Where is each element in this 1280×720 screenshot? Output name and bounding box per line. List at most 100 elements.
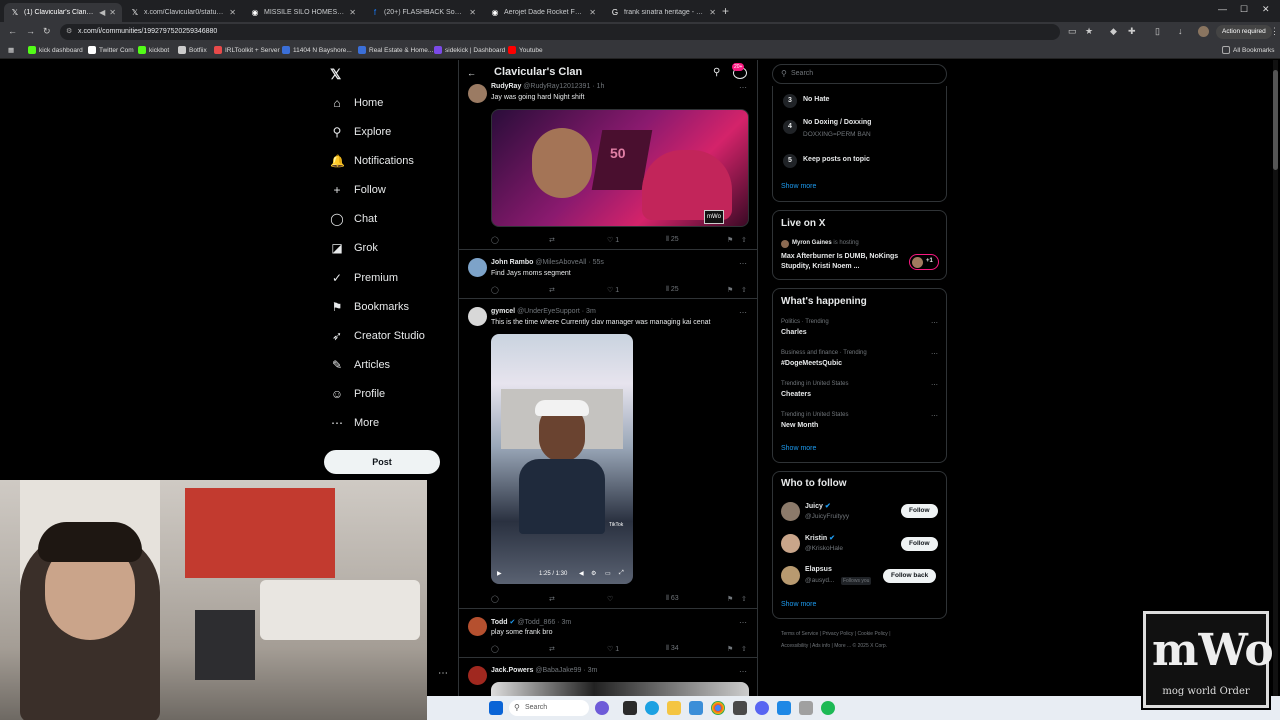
bookmark-kick-dashboard[interactable]: kick dashboard <box>28 46 83 54</box>
close-icon[interactable]: ✕ <box>229 8 236 17</box>
follow-back-button[interactable]: Follow back <box>883 569 937 583</box>
footer-link[interactable]: Ads info <box>812 643 830 649</box>
nav-follow[interactable]: + Follow <box>330 183 385 197</box>
reply-icon[interactable]: ◯ <box>491 645 499 653</box>
apps-grid-icon[interactable]: ▦ <box>8 46 14 54</box>
back-arrow-icon[interactable]: ← <box>8 26 17 36</box>
action-required-button[interactable]: Action required <box>1216 25 1272 39</box>
bookmark-sidekick-dashboard[interactable]: sidekick | Dashboard <box>434 46 505 54</box>
scrollbar-thumb[interactable] <box>1273 70 1278 170</box>
trend-topic[interactable]: Cheaters <box>781 391 811 398</box>
views-count[interactable]: ⫴ 34 <box>666 645 679 653</box>
play-icon[interactable]: ▶ <box>497 570 502 577</box>
browser-tab[interactable]: ◉ MISSILE SILO HOMESTEAD - Gr ✕ <box>244 3 362 22</box>
tweet-media-image[interactable] <box>491 682 749 696</box>
app-icon[interactable] <box>777 701 791 715</box>
bookmark-botfiix[interactable]: Botfiix <box>178 46 207 54</box>
pip-icon[interactable]: ▭ <box>605 570 611 577</box>
nav-explore[interactable]: ⚲ Explore <box>330 125 392 139</box>
trend-topic[interactable]: Charles <box>781 329 807 336</box>
task-view-icon[interactable] <box>623 701 637 715</box>
more-icon[interactable]: ⋯ <box>931 350 938 358</box>
reply-icon[interactable]: ◯ <box>491 595 499 603</box>
post-button[interactable]: Post <box>324 450 440 474</box>
close-icon[interactable]: ✕ <box>469 8 476 17</box>
trend-topic[interactable]: #DogeMeetsQubic <box>781 360 842 367</box>
share-icon[interactable]: ⇧ <box>741 595 747 603</box>
show-more-link[interactable]: Show more <box>781 601 816 608</box>
reload-icon[interactable]: ↻ <box>43 26 51 37</box>
trend-topic[interactable]: New Month <box>781 422 818 429</box>
extensions-puzzle-icon[interactable]: ✚ <box>1128 26 1136 37</box>
extension-icon[interactable]: ◆ <box>1110 26 1117 37</box>
tweet[interactable]: gymcel @UnderEyeSupport · 3m ⋯ This is t… <box>459 299 757 609</box>
bookmark-icon[interactable]: ⚑ <box>727 645 733 653</box>
store-icon[interactable] <box>689 701 703 715</box>
like-button[interactable]: ♡ 1 <box>607 645 619 653</box>
app-icon[interactable] <box>799 701 813 715</box>
site-info-icon[interactable]: ⚙ <box>66 24 72 40</box>
user-name[interactable]: Elapsus <box>805 566 832 573</box>
account-more-icon[interactable]: ⋯ <box>438 668 448 679</box>
close-window-icon[interactable]: ✕ <box>1262 4 1270 15</box>
forward-arrow-icon[interactable]: → <box>26 26 35 36</box>
minimize-icon[interactable]: — <box>1218 4 1227 14</box>
avatar[interactable] <box>468 307 487 326</box>
avatar[interactable] <box>468 258 487 277</box>
bookmark-icon[interactable]: ⚑ <box>727 286 733 294</box>
settings-icon[interactable]: ⚙ <box>591 570 596 577</box>
footer-link[interactable]: Privacy Policy <box>822 631 853 637</box>
browser-tab[interactable]: G frank sinatra heritage - Google ✕ <box>604 3 722 22</box>
discord-icon[interactable] <box>755 701 769 715</box>
download-icon[interactable]: ↓ <box>1178 26 1183 36</box>
repost-icon[interactable]: ⇄ <box>549 595 555 603</box>
live-on-x-card[interactable]: Live on X Myron Gaines is hosting Max Af… <box>772 210 947 280</box>
chrome-icon[interactable] <box>711 701 725 715</box>
avatar[interactable] <box>781 566 800 585</box>
follow-button[interactable]: Follow <box>901 504 938 518</box>
browser-tab-active[interactable]: 𝕏 (1) Clavicular's Clan Comm ◀ ✕ <box>4 3 122 22</box>
fullscreen-icon[interactable]: ⤢ <box>619 570 624 577</box>
close-icon[interactable]: ✕ <box>349 8 356 17</box>
bookmark-irltoolkit[interactable]: IRLToolkit + Server <box>214 46 280 54</box>
bookmark-twitter-com[interactable]: Twitter Com <box>88 46 134 54</box>
bookmark-kickbot[interactable]: kickbot <box>138 46 169 54</box>
nav-home[interactable]: ⌂ Home <box>330 96 383 110</box>
more-icon[interactable]: ⋯ <box>739 83 747 92</box>
more-icon[interactable]: ⋯ <box>739 667 747 676</box>
more-icon[interactable]: ⋯ <box>739 308 747 317</box>
more-icon[interactable]: ⋯ <box>739 259 747 268</box>
nav-chat[interactable]: ◯ Chat <box>330 212 377 226</box>
back-arrow-icon[interactable]: ← <box>467 68 476 78</box>
tweet-author[interactable]: Jack.Powers @BabaJake99 · 3m <box>491 667 597 674</box>
more-icon[interactable]: ⋯ <box>931 412 938 420</box>
bookmark-icon[interactable]: ⚑ <box>727 236 733 244</box>
address-bar[interactable]: ⚙ x.com/i/communities/199279752025934688… <box>60 24 1060 40</box>
tweet-media-video[interactable]: TikTok ▶ 1:25 / 1:30 ◀ ⚙ ▭ ⤢ <box>491 334 633 584</box>
bookmark-icon[interactable]: ⚑ <box>727 595 733 603</box>
tweet[interactable]: John Rambo @MilesAboveAll · 55s ⋯ Find J… <box>459 250 757 299</box>
avatar[interactable] <box>781 502 800 521</box>
spotify-icon[interactable] <box>821 701 835 715</box>
nav-creator-studio[interactable]: ➶ Creator Studio <box>330 329 425 343</box>
views-count[interactable]: ⫴ 25 <box>666 286 679 294</box>
follow-button[interactable]: Follow <box>901 537 938 551</box>
edge-icon[interactable] <box>645 701 659 715</box>
like-button[interactable]: ♡ 1 <box>607 286 619 294</box>
x-logo-icon[interactable]: 𝕏 <box>330 66 341 83</box>
browser-tab[interactable]: f (20+) FLASHBACK South Florid ✕ <box>364 3 482 22</box>
reply-icon[interactable]: ◯ <box>491 236 499 244</box>
tweet-author[interactable]: Todd ✔ @Todd_866 · 3m <box>491 618 571 626</box>
tweet-author[interactable]: gymcel @UnderEyeSupport · 3m <box>491 308 596 315</box>
close-icon[interactable]: ✕ <box>589 8 596 17</box>
repost-icon[interactable]: ⇄ <box>549 286 555 294</box>
bookmark-youtube[interactable]: Youtube <box>508 46 543 54</box>
search-icon[interactable]: ⚲ <box>713 67 720 78</box>
repost-icon[interactable]: ⇄ <box>549 236 555 244</box>
sidepanel-icon[interactable]: ▯ <box>1155 26 1160 37</box>
footer-link[interactable]: Accessibility <box>781 643 808 649</box>
nav-notifications[interactable]: 🔔 Notifications <box>330 154 414 168</box>
app-icon[interactable] <box>733 701 747 715</box>
windows-start-icon[interactable] <box>489 701 503 715</box>
reply-icon[interactable]: ◯ <box>491 286 499 294</box>
